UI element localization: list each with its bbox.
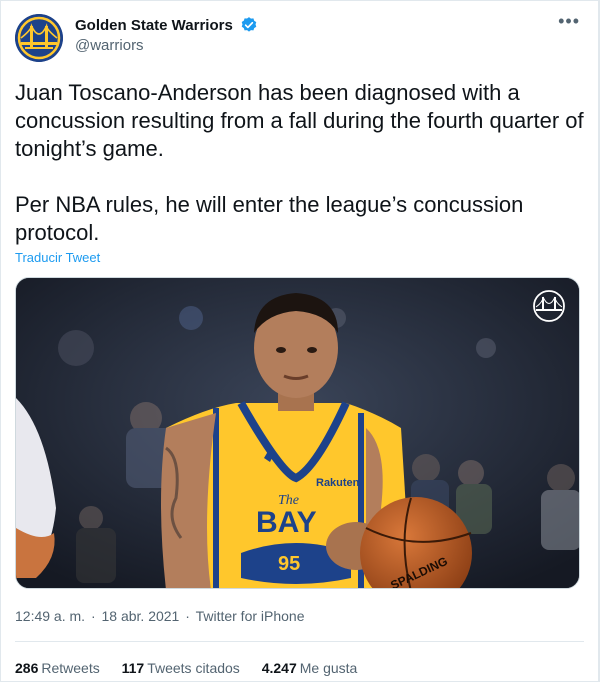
translate-tweet-link[interactable]: Traducir Tweet	[15, 250, 100, 265]
display-name[interactable]: Golden State Warriors	[75, 17, 233, 34]
verified-badge-icon	[241, 17, 257, 32]
more-options-icon[interactable]: •••	[558, 12, 580, 30]
tweet-card: Golden State Warriors @warriors ••• Juan…	[0, 0, 600, 682]
jersey-sponsor: Rakuten	[316, 477, 360, 489]
account-handle[interactable]: @warriors	[75, 37, 258, 54]
divider	[15, 641, 584, 642]
retweets-label: Retweets	[41, 660, 100, 676]
tweet-date[interactable]: 18 abr. 2021	[102, 608, 180, 624]
quotes-label: Tweets citados	[147, 660, 240, 676]
meta-separator: ·	[90, 608, 96, 624]
avatar[interactable]	[15, 14, 63, 62]
player-photo: Rakuten The BAY 95 SPALDING	[16, 278, 579, 588]
likes-label: Me gusta	[299, 660, 358, 676]
likes-count: 4.247	[261, 660, 297, 676]
retweets-count: 286	[15, 660, 39, 676]
engagement-stats: 286 Retweets 117 Tweets citados 4.247 Me gu…	[15, 660, 375, 676]
jersey-number: 95	[278, 553, 300, 575]
tweet-metadata: 12:49 a. m. · 18 abr. 2021 · Twitter for…	[15, 608, 307, 624]
tweet-source[interactable]: Twitter for iPhone	[196, 608, 305, 624]
account-names: Golden State Warriors @warriors	[75, 16, 258, 54]
tweet-media-photo[interactable]: Rakuten The BAY 95 SPALDING	[15, 277, 580, 589]
tweet-text: Juan Toscano-Anderson has been diagnosed…	[15, 80, 584, 245]
tweet-time[interactable]: 12:49 a. m.	[15, 608, 85, 624]
warriors-bridge-logo-icon	[15, 14, 63, 62]
meta-separator: ·	[185, 608, 190, 624]
tweet-header: Golden State Warriors @warriors •••	[15, 12, 584, 64]
retweets-stat[interactable]: 286 Retweets	[15, 660, 100, 676]
likes-stat[interactable]: 4.247 Me gusta	[262, 660, 358, 676]
quote-tweets-stat[interactable]: 117 Tweets citados	[122, 660, 240, 676]
jersey-word: BAY	[256, 506, 317, 539]
quotes-count: 117	[121, 660, 145, 676]
